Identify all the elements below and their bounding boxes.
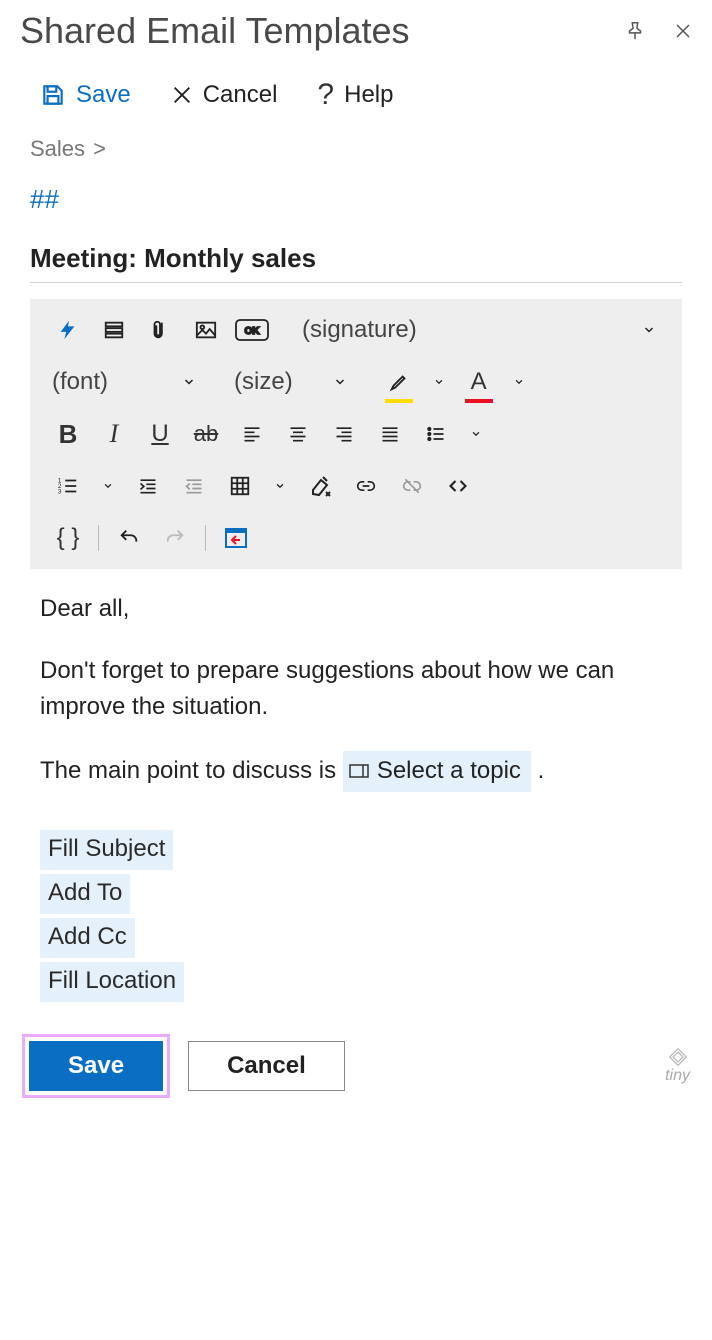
editor-toolbar: OK (signature) (font) (size) A B I U ab: [30, 299, 682, 569]
svg-text:3: 3: [58, 488, 62, 495]
link-icon[interactable]: [346, 469, 386, 503]
align-justify-icon[interactable]: [370, 417, 410, 451]
indent-icon[interactable]: [128, 469, 168, 503]
svg-text:OK: OK: [245, 326, 261, 337]
rows-icon[interactable]: [94, 313, 134, 347]
select-topic-field[interactable]: Select a topic: [343, 751, 531, 792]
save-button-highlight: Save: [22, 1034, 170, 1098]
table-chevron-icon[interactable]: [266, 481, 294, 491]
save-button[interactable]: Save: [29, 1041, 163, 1091]
help-action[interactable]: ? Help: [317, 80, 393, 110]
outdent-icon[interactable]: [174, 469, 214, 503]
shortcut-field[interactable]: ##: [0, 162, 712, 221]
italic-icon[interactable]: I: [94, 417, 134, 451]
close-icon[interactable]: [674, 22, 692, 40]
highlight-chevron-icon[interactable]: [425, 377, 453, 387]
font-chevron-icon[interactable]: [174, 376, 204, 388]
macro-fill-location[interactable]: Fill Location: [40, 962, 184, 1002]
signature-dropdown[interactable]: (signature): [298, 316, 421, 344]
paragraph-2: The main point to discuss is Select a to…: [40, 751, 682, 792]
size-dropdown[interactable]: (size): [230, 368, 297, 396]
align-left-icon[interactable]: [232, 417, 272, 451]
tiny-logo: tiny: [665, 1047, 690, 1085]
font-dropdown[interactable]: (font): [48, 368, 112, 396]
tiny-label: tiny: [665, 1067, 690, 1085]
numbered-list-icon[interactable]: 123: [48, 469, 88, 503]
editor-body[interactable]: Dear all, Don't forget to prepare sugges…: [0, 569, 712, 1004]
unlink-icon[interactable]: [392, 469, 432, 503]
tiny-diamond-icon: [666, 1047, 690, 1067]
subject-field[interactable]: Meeting: Monthly sales: [30, 243, 682, 283]
separator: [98, 525, 99, 551]
breadcrumb-sep: >: [93, 136, 106, 161]
action-bar: Save Cancel ? Help: [0, 52, 712, 126]
footer: Save Cancel tiny: [0, 1004, 712, 1114]
cancel-action[interactable]: Cancel: [171, 81, 278, 109]
cancel-button[interactable]: Cancel: [188, 1041, 345, 1091]
save-icon: [40, 82, 66, 108]
save-label: Save: [76, 81, 131, 109]
help-label: Help: [344, 81, 393, 109]
macro-add-to[interactable]: Add To: [40, 874, 130, 914]
bolt-icon[interactable]: [48, 313, 88, 347]
para2-pre: The main point to discuss is: [40, 757, 343, 784]
macro-list: Fill Subject Add To Add Cc Fill Location: [40, 828, 682, 1004]
underline-icon[interactable]: U: [140, 417, 180, 451]
cancel-label: Cancel: [203, 81, 278, 109]
bullet-list-icon[interactable]: [416, 417, 456, 451]
insert-html-icon[interactable]: [216, 521, 256, 555]
align-right-icon[interactable]: [324, 417, 364, 451]
window-title: Shared Email Templates: [20, 10, 624, 52]
text-color-icon[interactable]: A: [459, 365, 499, 399]
dropdown-box-icon: [349, 764, 369, 778]
align-center-icon[interactable]: [278, 417, 318, 451]
table-icon[interactable]: [220, 469, 260, 503]
bullet-list-chevron-icon[interactable]: [462, 429, 490, 439]
size-chevron-icon[interactable]: [325, 376, 355, 388]
signature-chevron-icon[interactable]: [634, 324, 664, 336]
clear-format-icon[interactable]: [300, 469, 340, 503]
text-color-chevron-icon[interactable]: [505, 377, 533, 387]
braces-icon[interactable]: { }: [48, 521, 88, 555]
save-action[interactable]: Save: [40, 81, 131, 109]
para2-post: .: [538, 757, 545, 784]
select-topic-label: Select a topic: [377, 753, 521, 789]
attachment-icon[interactable]: [140, 313, 180, 347]
breadcrumb-folder: Sales: [30, 136, 85, 161]
help-icon: ?: [317, 80, 334, 110]
separator: [205, 525, 206, 551]
greeting-line: Dear all,: [40, 591, 682, 627]
highlight-icon[interactable]: [379, 365, 419, 399]
cancel-x-icon: [171, 84, 193, 106]
macro-fill-subject[interactable]: Fill Subject: [40, 830, 173, 870]
code-icon[interactable]: [438, 469, 478, 503]
macro-add-cc[interactable]: Add Cc: [40, 918, 135, 958]
image-icon[interactable]: [186, 313, 226, 347]
pin-icon[interactable]: [624, 20, 646, 42]
strikethrough-icon[interactable]: ab: [186, 417, 226, 451]
redo-icon[interactable]: [155, 521, 195, 555]
undo-icon[interactable]: [109, 521, 149, 555]
breadcrumb[interactable]: Sales >: [0, 126, 712, 162]
window-header: Shared Email Templates: [0, 0, 712, 52]
ok-button-icon[interactable]: OK: [232, 313, 272, 347]
bold-icon[interactable]: B: [48, 417, 88, 451]
numbered-list-chevron-icon[interactable]: [94, 481, 122, 491]
paragraph-1: Don't forget to prepare suggestions abou…: [40, 653, 682, 725]
